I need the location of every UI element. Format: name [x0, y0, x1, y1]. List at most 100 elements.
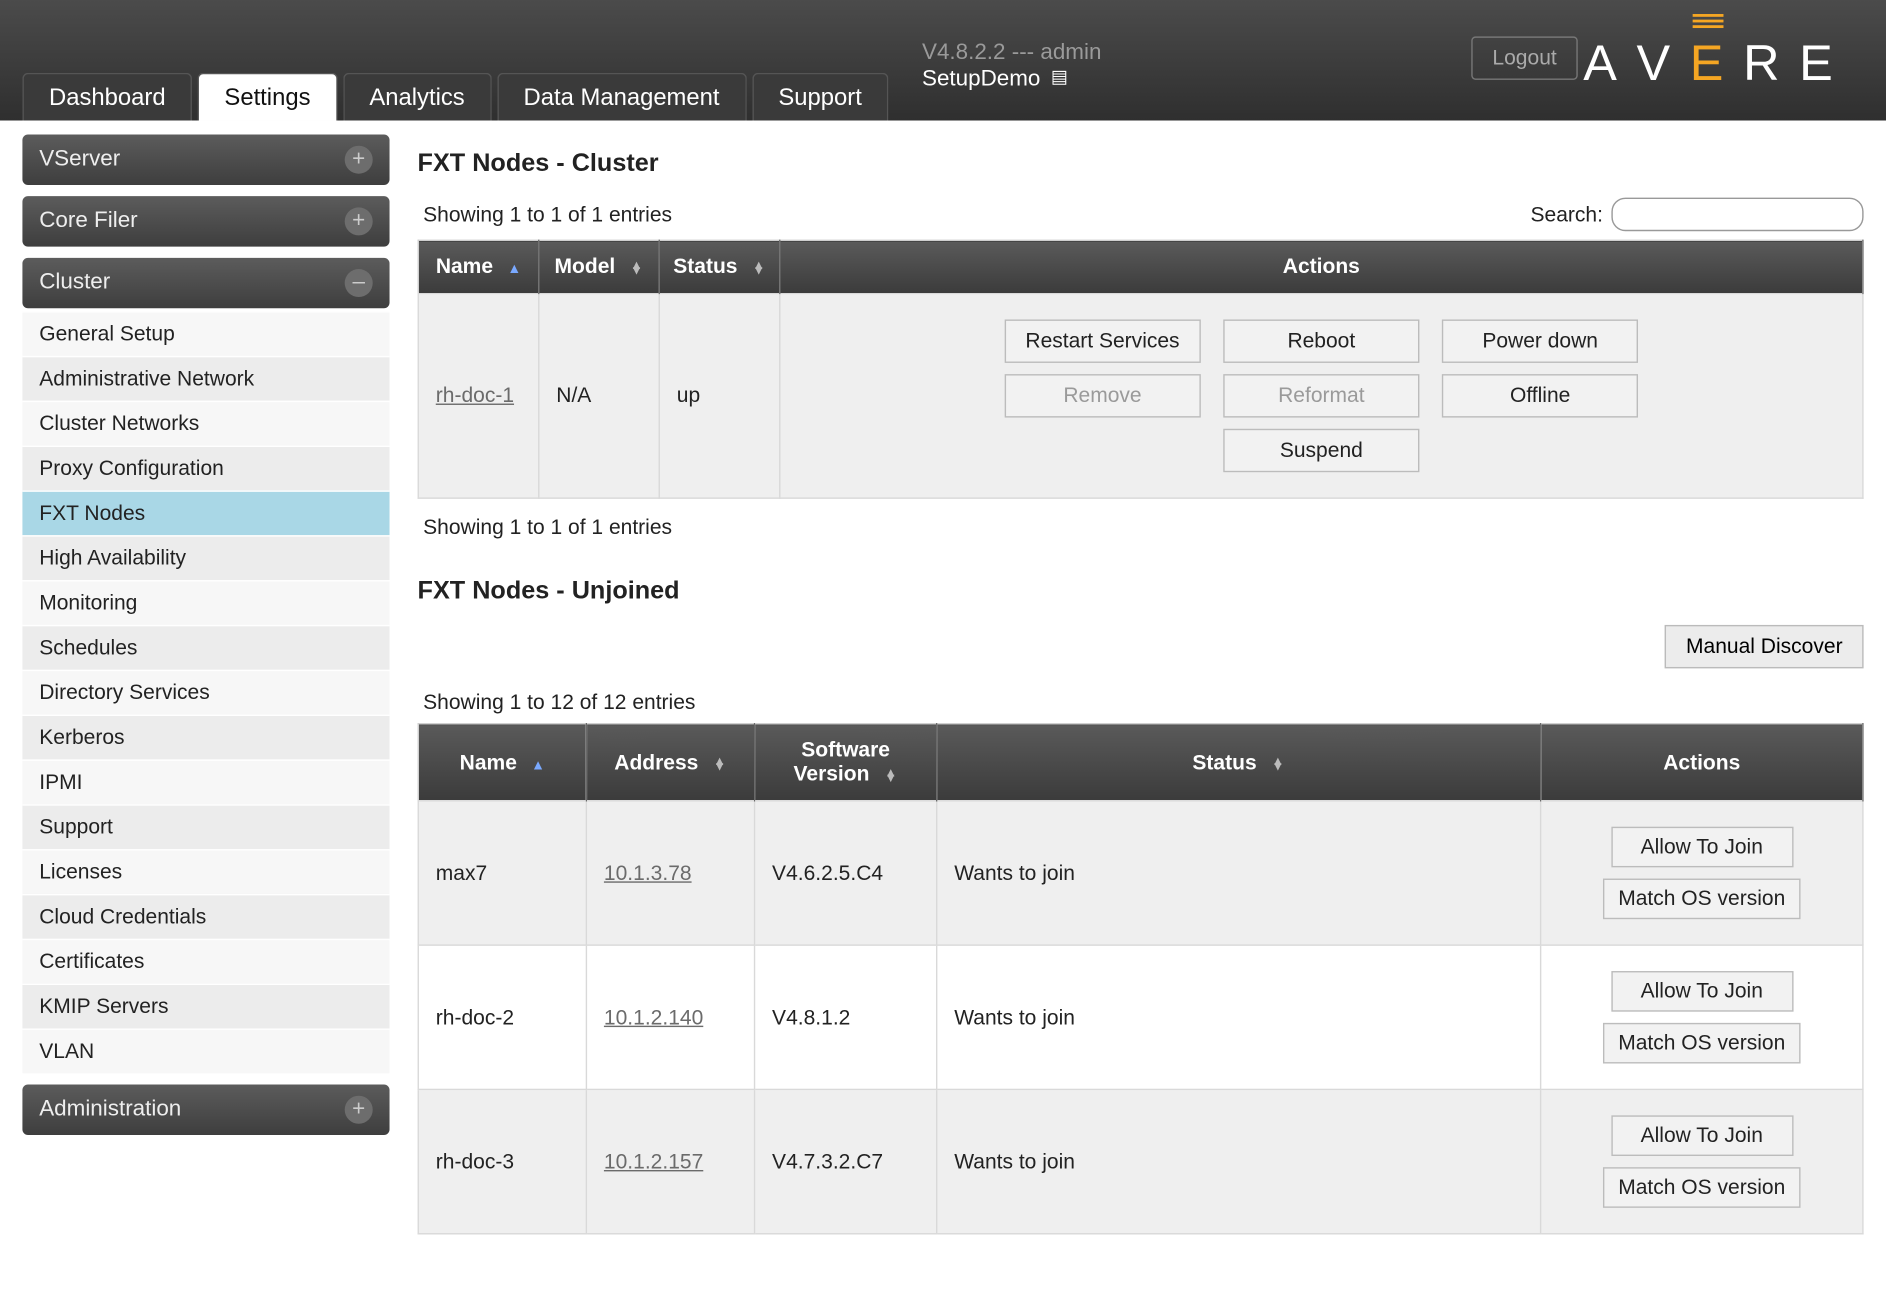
sidebar-item-schedules[interactable]: Schedules [22, 625, 389, 670]
logo-letter: A [1583, 34, 1636, 93]
plus-icon: + [345, 1096, 373, 1124]
cluster-heading: FXT Nodes - Cluster [418, 149, 1864, 178]
col-actions-label: Actions [1283, 255, 1360, 279]
sidebar-cluster-body: General Setup Administrative Network Clu… [22, 311, 389, 1073]
node-address-link[interactable]: 10.1.3.78 [604, 861, 692, 885]
power-down-button[interactable]: Power down [1442, 319, 1638, 362]
tab-analytics[interactable]: Analytics [343, 73, 492, 121]
sidebar-section-vserver[interactable]: VServer + [22, 135, 389, 185]
sidebar-item-vlan[interactable]: VLAN [22, 1028, 389, 1073]
sidebar-item-certificates[interactable]: Certificates [22, 939, 389, 984]
sidebar-item-kerberos[interactable]: Kerberos [22, 715, 389, 760]
logout-button[interactable]: Logout [1471, 36, 1577, 79]
sidebar-section-cluster[interactable]: Cluster – [22, 258, 389, 308]
sidebar-item-ipmi[interactable]: IPMI [22, 759, 389, 804]
sidebar-item-support[interactable]: Support [22, 804, 389, 849]
restart-services-button[interactable]: Restart Services [1004, 319, 1200, 362]
search-input[interactable] [1611, 198, 1863, 232]
sidebar-item-monitoring[interactable]: Monitoring [22, 580, 389, 625]
search-label: Search: [1531, 202, 1603, 226]
minus-icon: – [345, 269, 373, 297]
node-name: rh-doc-2 [418, 945, 586, 1089]
logo-letter: V [1637, 34, 1690, 93]
sidebar-item-kmip-servers[interactable]: KMIP Servers [22, 984, 389, 1029]
sidebar-item-directory-services[interactable]: Directory Services [22, 670, 389, 715]
node-name: rh-doc-3 [418, 1089, 586, 1233]
cluster-showing-bottom: Showing 1 to 1 of 1 entries [423, 516, 1863, 540]
unjoined-table: Name ▲ Address Software Version Stat [418, 723, 1864, 1234]
match-os-version-button[interactable]: Match OS version [1603, 879, 1801, 920]
reformat-button[interactable]: Reformat [1223, 374, 1419, 417]
allow-to-join-button[interactable]: Allow To Join [1611, 827, 1793, 868]
avere-logo: A V E R E [1583, 34, 1852, 93]
node-address-link[interactable]: 10.1.2.157 [604, 1150, 703, 1174]
version-block: V4.8.2.2 --- admin SetupDemo ▤ [922, 39, 1101, 93]
match-os-version-button[interactable]: Match OS version [1603, 1023, 1801, 1064]
node-status: up [659, 294, 780, 499]
dropdown-icon[interactable]: ▤ [1051, 66, 1068, 87]
sidebar-item-high-availability[interactable]: High Availability [22, 535, 389, 580]
content-area: FXT Nodes - Cluster Showing 1 to 1 of 1 … [418, 135, 1864, 1235]
allow-to-join-button[interactable]: Allow To Join [1611, 1115, 1793, 1156]
unjoined-row: rh-doc-310.1.2.157V4.7.3.2.C7Wants to jo… [418, 1089, 1863, 1233]
suspend-button[interactable]: Suspend [1223, 429, 1419, 472]
col-status[interactable]: Status [659, 240, 780, 293]
col-swver[interactable]: Software Version [755, 724, 937, 801]
tab-settings[interactable]: Settings [198, 73, 337, 121]
unjoined-row: rh-doc-2 10.1.2.140 V4.8.1.2Wants to join A… [418, 945, 1863, 1089]
node-swver: V4.8.1.2 [755, 945, 937, 1089]
col-model[interactable]: Model [539, 240, 660, 293]
col-name[interactable]: Name ▲ [418, 724, 586, 801]
col-name[interactable]: Name ▲ [418, 240, 539, 293]
version-text: V4.8.2.2 --- admin [922, 39, 1101, 66]
tab-dashboard[interactable]: Dashboard [22, 73, 192, 121]
node-address-link[interactable]: 10.1.2.140 [604, 1005, 703, 1029]
sidebar-item-cluster-networks[interactable]: Cluster Networks [22, 401, 389, 446]
sidebar-item-licenses[interactable]: Licenses [22, 849, 389, 894]
sidebar-item-fxt-nodes[interactable]: FXT Nodes [22, 490, 389, 535]
top-bar: Logout A V E R E V4.8.2.2 --- admin Setu… [0, 0, 1886, 121]
node-swver: V4.7.3.2.C7 [755, 1089, 937, 1233]
sidebar-item-proxy-config[interactable]: Proxy Configuration [22, 446, 389, 491]
plus-icon: + [345, 207, 373, 235]
col-model-label: Model [555, 255, 616, 279]
col-swver-label: Software Version [794, 738, 890, 786]
sort-asc-icon: ▲ [531, 757, 545, 772]
unjoined-heading: FXT Nodes - Unjoined [418, 576, 1864, 605]
node-status: Wants to join [937, 801, 1541, 945]
sidebar-section-corefiler[interactable]: Core Filer + [22, 196, 389, 246]
sidebar-section-administration[interactable]: Administration + [22, 1085, 389, 1135]
node-status: Wants to join [937, 945, 1541, 1089]
node-name-link[interactable]: rh-doc-1 [436, 384, 514, 408]
sort-icon [884, 768, 898, 782]
sort-icon [752, 261, 766, 275]
tab-data-management[interactable]: Data Management [497, 73, 746, 121]
col-actions: Actions [780, 240, 1863, 293]
col-address[interactable]: Address [586, 724, 754, 801]
col-name-label: Name [460, 750, 517, 774]
col-actions: Actions [1541, 724, 1863, 801]
sidebar-item-admin-network[interactable]: Administrative Network [22, 356, 389, 401]
sidebar-item-cloud-credentials[interactable]: Cloud Credentials [22, 894, 389, 939]
sidebar-item-general-setup[interactable]: General Setup [22, 311, 389, 356]
unjoined-row: max710.1.3.78V4.6.2.5.C4Wants to joinAll… [418, 801, 1863, 945]
node-swver: V4.6.2.5.C4 [755, 801, 937, 945]
sidebar-section-title: Core Filer [39, 209, 137, 234]
match-os-version-button[interactable]: Match OS version [1603, 1167, 1801, 1208]
setup-name[interactable]: SetupDemo [922, 68, 1040, 92]
unjoined-showing-top: Showing 1 to 12 of 12 entries [423, 691, 695, 715]
allow-to-join-button[interactable]: Allow To Join [1611, 971, 1793, 1012]
col-address-label: Address [614, 750, 698, 774]
settings-sidebar: VServer + Core Filer + Cluster – General… [22, 135, 389, 1235]
sort-icon [713, 756, 727, 770]
reboot-button[interactable]: Reboot [1223, 319, 1419, 362]
remove-button[interactable]: Remove [1004, 374, 1200, 417]
cluster-row: rh-doc-1 N/A up Restart Services Reboot … [418, 294, 1863, 499]
col-status[interactable]: Status [937, 724, 1541, 801]
offline-button[interactable]: Offline [1442, 374, 1638, 417]
sidebar-section-title: Administration [39, 1097, 181, 1122]
manual-discover-button[interactable]: Manual Discover [1665, 625, 1864, 668]
sort-icon [629, 261, 643, 275]
tab-support[interactable]: Support [752, 73, 889, 121]
plus-icon: + [345, 146, 373, 174]
